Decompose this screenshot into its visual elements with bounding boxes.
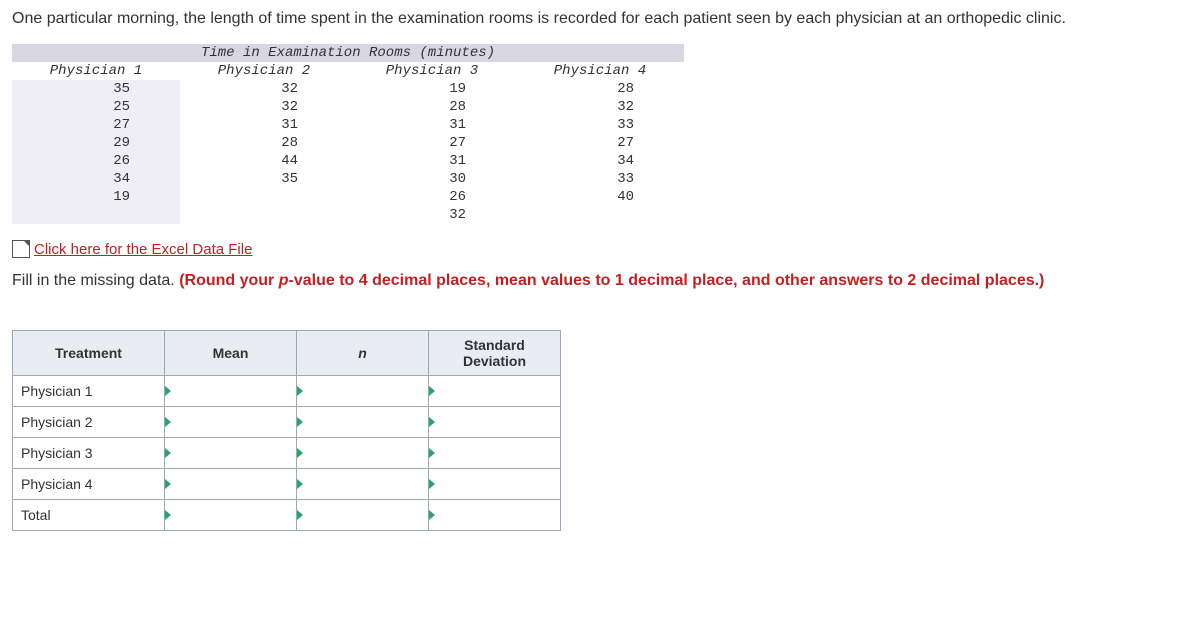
input-marker-icon (297, 417, 303, 427)
input-marker-icon (429, 386, 435, 396)
mean-input[interactable] (165, 438, 297, 469)
ans-header-treatment: Treatment (13, 331, 165, 376)
intro-text: One particular morning, the length of ti… (12, 8, 1188, 30)
col-header: Physician 1 (12, 62, 180, 80)
instruction-text: Fill in the missing data. (Round your p-… (12, 272, 1188, 290)
input-marker-icon (165, 479, 171, 489)
stddev-input[interactable] (429, 438, 561, 469)
n-input[interactable] (297, 376, 429, 407)
col-header: Physician 3 (348, 62, 516, 80)
input-marker-icon (297, 386, 303, 396)
input-marker-icon (429, 510, 435, 520)
ans-header-stddev: Standard Deviation (429, 331, 561, 376)
stddev-input[interactable] (429, 376, 561, 407)
input-marker-icon (429, 479, 435, 489)
ans-header-n: n (297, 331, 429, 376)
answer-input-table: Treatment Mean n Standard Deviation Phys… (12, 330, 561, 531)
ans-header-mean: Mean (165, 331, 297, 376)
stddev-input[interactable] (429, 407, 561, 438)
input-marker-icon (297, 448, 303, 458)
n-input[interactable] (297, 407, 429, 438)
stddev-input[interactable] (429, 469, 561, 500)
n-input[interactable] (297, 500, 429, 531)
row-label: Physician 1 (13, 376, 165, 407)
row-label: Physician 4 (13, 469, 165, 500)
input-marker-icon (429, 448, 435, 458)
col-header: Physician 2 (180, 62, 348, 80)
row-label: Physician 3 (13, 438, 165, 469)
col-header: Physician 4 (516, 62, 684, 80)
input-marker-icon (297, 510, 303, 520)
time-data-table: Time in Examination Rooms (minutes) Phys… (12, 44, 684, 224)
data-table-title: Time in Examination Rooms (minutes) (12, 44, 684, 62)
row-label: Physician 2 (13, 407, 165, 438)
input-marker-icon (165, 417, 171, 427)
row-label: Total (13, 500, 165, 531)
input-marker-icon (165, 510, 171, 520)
mean-input[interactable] (165, 376, 297, 407)
mean-input[interactable] (165, 469, 297, 500)
mean-input[interactable] (165, 500, 297, 531)
input-marker-icon (429, 417, 435, 427)
document-icon (12, 240, 30, 258)
excel-data-link[interactable]: Click here for the Excel Data File (12, 240, 252, 258)
stddev-input[interactable] (429, 500, 561, 531)
mean-input[interactable] (165, 407, 297, 438)
n-input[interactable] (297, 438, 429, 469)
input-marker-icon (297, 479, 303, 489)
excel-link-label: Click here for the Excel Data File (34, 241, 252, 258)
n-input[interactable] (297, 469, 429, 500)
input-marker-icon (165, 448, 171, 458)
input-marker-icon (165, 386, 171, 396)
